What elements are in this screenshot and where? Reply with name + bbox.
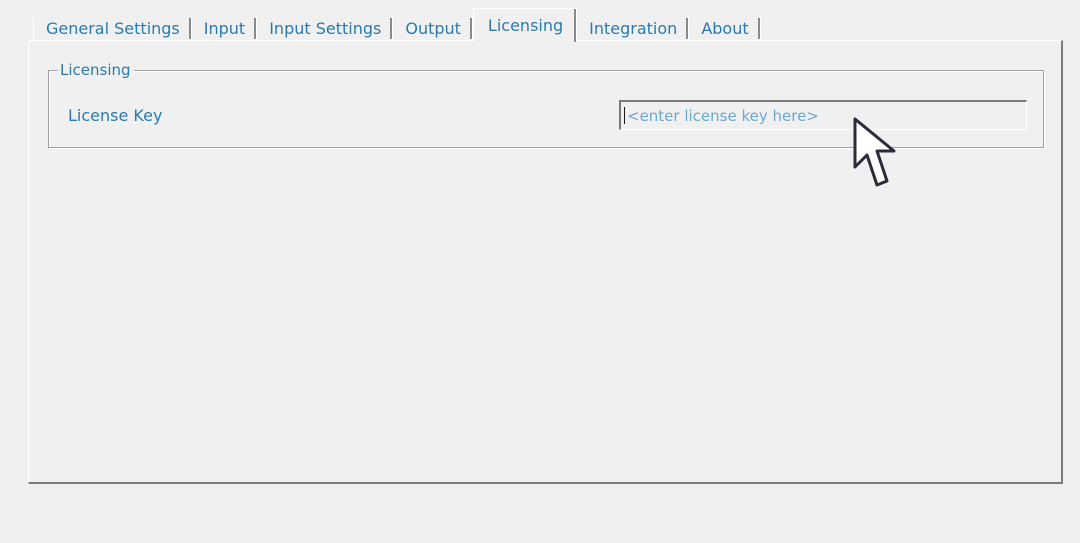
licensing-groupbox: Licensing License Key bbox=[48, 60, 1044, 148]
text-caret bbox=[624, 107, 625, 124]
tab-input-settings[interactable]: Input Settings bbox=[257, 10, 394, 41]
tab-output[interactable]: Output bbox=[393, 10, 473, 41]
tab-licensing[interactable]: Licensing bbox=[472, 8, 578, 42]
licensing-group-title: Licensing bbox=[58, 60, 134, 80]
license-key-label: License Key bbox=[68, 106, 163, 125]
settings-window: General Settings Input Input Settings Ou… bbox=[0, 0, 1080, 543]
tab-input[interactable]: Input bbox=[192, 10, 258, 41]
tab-strip: General Settings Input Input Settings Ou… bbox=[33, 8, 761, 42]
licensing-tab-panel: Licensing License Key bbox=[28, 40, 1063, 484]
license-key-input[interactable] bbox=[619, 100, 1027, 130]
tab-general-settings[interactable]: General Settings bbox=[33, 10, 192, 41]
tab-integration[interactable]: Integration bbox=[577, 10, 690, 41]
tab-about[interactable]: About bbox=[689, 10, 761, 41]
